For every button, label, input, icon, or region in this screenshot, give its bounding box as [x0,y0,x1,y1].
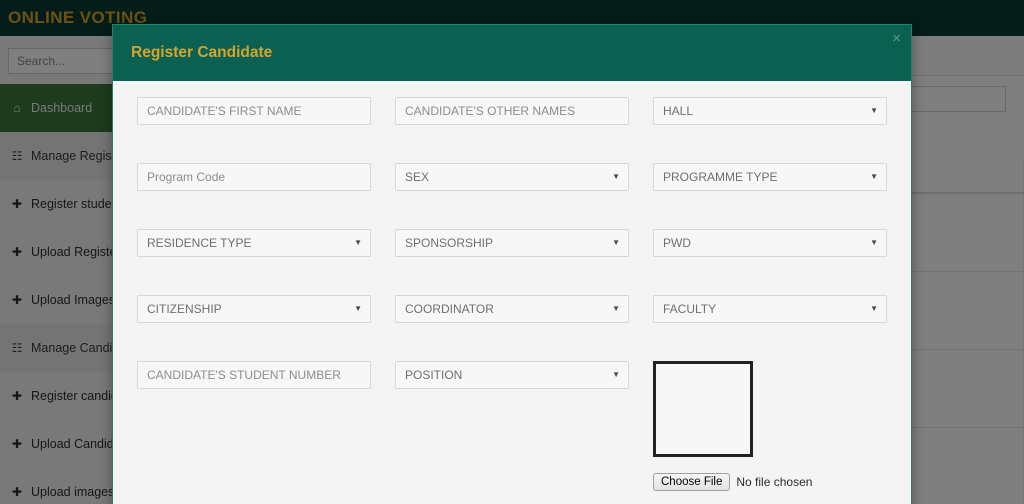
chevron-down-icon: ▼ [612,304,620,313]
programme-type-select[interactable]: PROGRAMME TYPE ▼ [653,163,887,191]
form-cell: CITIZENSHIP ▼ [137,295,371,345]
form-cell: POSITION ▼ [395,361,629,411]
select-value-label: HALL [663,104,694,118]
coordinator-select[interactable]: COORDINATOR ▼ [395,295,629,323]
select-value-label: PROGRAMME TYPE [663,170,778,184]
candidate-other-names-input[interactable] [395,97,629,125]
select-value-label: CITIZENSHIP [147,302,222,316]
candidate-first-name-input[interactable] [137,97,371,125]
candidate-photo-upload: Choose File No file chosen [653,361,887,491]
sex-select[interactable]: SEX ▼ [395,163,629,191]
chevron-down-icon: ▼ [870,304,878,313]
modal-body: HALL▼SEX▼PROGRAMME TYPE▼RESIDENCE TYPE▼S… [113,81,911,504]
form-cell: RESIDENCE TYPE ▼ [137,229,371,279]
form-cell: SPONSORSHIP ▼ [395,229,629,279]
form-cell: HALL ▼ [653,97,887,147]
form-cell: PROGRAMME TYPE ▼ [653,163,887,213]
candidate-form-grid: HALL▼SEX▼PROGRAMME TYPE▼RESIDENCE TYPE▼S… [137,97,887,504]
program-code-input[interactable] [137,163,371,191]
select-value-label: POSITION [405,368,463,382]
form-cell [137,163,371,213]
sponsorship-select[interactable]: SPONSORSHIP ▼ [395,229,629,257]
select-value-label: SPONSORSHIP [405,236,494,250]
select-value-label: FACULTY [663,302,717,316]
pwd-select[interactable]: PWD ▼ [653,229,887,257]
photo-preview-box [653,361,753,457]
form-cell [137,361,371,411]
chevron-down-icon: ▼ [870,106,878,115]
form-cell: PWD ▼ [653,229,887,279]
choose-file-button[interactable]: Choose File [653,473,731,491]
form-cell: FACULTY ▼ [653,295,887,345]
select-value-label: SEX [405,170,430,184]
position-select[interactable]: POSITION ▼ [395,361,629,389]
register-candidate-modal: Register Candidate × HALL▼SEX▼PROGRAMME … [112,24,912,504]
app-root: ONLINE VOTING ⌂Dashboard☷Manage Register… [0,0,1024,504]
residence-type-select[interactable]: RESIDENCE TYPE ▼ [137,229,371,257]
select-value-label: COORDINATOR [405,302,494,316]
candidate-student-number-input[interactable] [137,361,371,389]
chevron-down-icon: ▼ [870,172,878,181]
chevron-down-icon: ▼ [612,172,620,181]
file-status-label: No file chosen [736,475,813,489]
chevron-down-icon: ▼ [612,370,620,379]
form-cell: COORDINATOR ▼ [395,295,629,345]
citizenship-select[interactable]: CITIZENSHIP ▼ [137,295,371,323]
chevron-down-icon: ▼ [354,304,362,313]
hall-select[interactable]: HALL ▼ [653,97,887,125]
select-value-label: RESIDENCE TYPE [147,236,252,250]
chevron-down-icon: ▼ [354,238,362,247]
faculty-select[interactable]: FACULTY ▼ [653,295,887,323]
form-cell: SEX ▼ [395,163,629,213]
modal-title: Register Candidate [131,44,273,61]
file-input-row: Choose File No file chosen [653,473,887,491]
form-cell [395,97,629,147]
select-value-label: PWD [663,236,691,250]
form-cell [137,97,371,147]
close-icon[interactable]: × [892,31,901,46]
chevron-down-icon: ▼ [870,238,878,247]
modal-header: Register Candidate × [113,25,911,81]
chevron-down-icon: ▼ [612,238,620,247]
